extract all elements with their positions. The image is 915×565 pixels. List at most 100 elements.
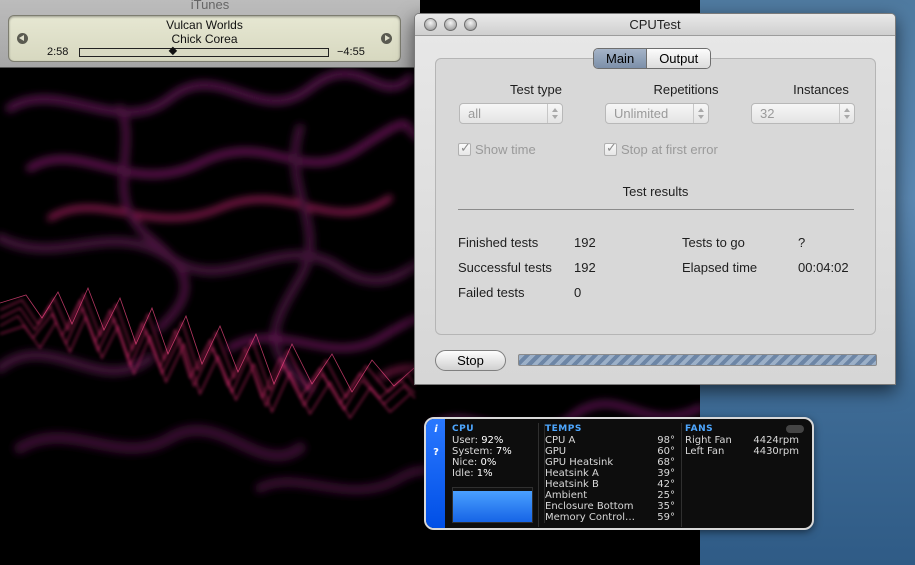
tab-output[interactable]: Output xyxy=(647,49,711,68)
tests-to-go-value: ? xyxy=(798,235,806,250)
cputest-window: CPUTest Main Output Test type Repetition… xyxy=(414,13,896,385)
test-type-select[interactable]: all xyxy=(459,103,563,124)
cpu-system-label: System: xyxy=(452,446,493,457)
temps-section-title: TEMPS xyxy=(545,424,582,434)
tab-bar: Main Output xyxy=(593,48,712,69)
failed-tests-label: Failed tests xyxy=(458,285,525,300)
temp-value: 68° xyxy=(657,457,675,468)
cpu-section: CPU User: 92% System: 7% Nice: 0% Idle: … xyxy=(452,424,540,479)
now-playing-display[interactable]: Vulcan Worlds Chick Corea 2:58 −4:55 xyxy=(8,15,401,62)
temps-list: CPU A 98° GPU 60° GPU Heatsink 68° Heatsink A 3… xyxy=(545,435,680,523)
temp-value: 98° xyxy=(657,435,675,446)
updown-arrows-icon xyxy=(547,104,562,123)
itunes-window: iTunes Vulcan Worlds Chick Corea 2:58 −4… xyxy=(0,0,420,68)
show-time-checkbox[interactable]: Show time xyxy=(458,140,536,157)
temp-name: GPU Heatsink xyxy=(545,457,614,468)
temp-row: GPU 60° xyxy=(545,446,675,457)
repetitions-select[interactable]: Unlimited xyxy=(605,103,709,124)
cpu-user-value: 92% xyxy=(481,435,504,446)
temp-name: Heatsink B xyxy=(545,479,599,490)
checkmark-icon[interactable] xyxy=(604,140,617,156)
istat-widget: i ? CPU User: 92% System: 7% Nice: 0% Id… xyxy=(424,417,814,530)
successful-tests-value: 192 xyxy=(574,260,596,275)
elapsed-time-value: 00:04:02 xyxy=(798,260,849,275)
cpu-nice-value: 0% xyxy=(480,457,497,468)
window-title: CPUTest xyxy=(629,17,681,32)
temp-value: 42° xyxy=(657,479,675,490)
fan-row: Right Fan 4424rpm xyxy=(685,435,799,446)
indeterminate-progress-bar xyxy=(518,354,877,366)
test-results-heading: Test results xyxy=(622,184,689,199)
track-title: Vulcan Worlds xyxy=(166,18,243,32)
tab-main[interactable]: Main xyxy=(594,49,648,68)
fan-speed: 4430rpm xyxy=(753,446,799,457)
test-type-label: Test type xyxy=(509,82,563,97)
temp-row: Heatsink B 42° xyxy=(545,479,675,490)
checkmark-icon[interactable] xyxy=(458,140,471,156)
temp-value: 39° xyxy=(657,468,675,479)
tests-to-go-label: Tests to go xyxy=(682,235,745,250)
playhead-thumb[interactable] xyxy=(168,46,177,56)
finished-tests-value: 192 xyxy=(574,235,596,250)
elapsed-time: 2:58 xyxy=(47,46,69,58)
stop-button[interactable]: Stop xyxy=(435,350,506,371)
cpu-user-row: User: 92% xyxy=(452,435,540,446)
temp-name: Enclosure Bottom xyxy=(545,501,634,512)
next-arrow-icon[interactable] xyxy=(381,33,392,44)
itunes-window-title: iTunes xyxy=(190,0,230,12)
temps-section: TEMPS CPU A 98° GPU 60° GPU Heatsink 68° Heats… xyxy=(544,424,680,523)
finished-tests-label: Finished tests xyxy=(458,235,539,250)
temp-value: 59° xyxy=(657,512,675,523)
updown-arrows-icon xyxy=(693,104,708,123)
instances-label: Instances xyxy=(793,82,849,97)
help-icon[interactable]: ? xyxy=(430,447,442,459)
fans-list: Right Fan 4424rpm Left Fan 4430rpm xyxy=(685,435,805,457)
elapsed-time-label: Elapsed time xyxy=(682,260,758,275)
cpu-nice-label: Nice: xyxy=(452,457,478,468)
fan-name: Right Fan xyxy=(685,435,732,446)
widget-toggle-icon[interactable] xyxy=(786,425,804,433)
results-divider xyxy=(458,209,854,210)
temp-name: GPU xyxy=(545,446,567,457)
test-type-value: all xyxy=(468,106,482,121)
fan-speed: 4424rpm xyxy=(753,435,799,446)
fan-row: Left Fan 4430rpm xyxy=(685,446,799,457)
fan-name: Left Fan xyxy=(685,446,725,457)
cpu-system-row: System: 7% xyxy=(452,446,540,457)
widget-sidebar: i ? xyxy=(426,419,445,528)
cpu-idle-value: 1% xyxy=(476,468,493,479)
temp-row: Ambient 25° xyxy=(545,490,675,501)
main-panel: Test type Repetitions Instances all Unli… xyxy=(435,58,876,335)
cpu-user-label: User: xyxy=(452,435,478,446)
repetitions-label: Repetitions xyxy=(653,82,719,97)
track-artist: Chick Corea xyxy=(171,32,238,46)
window-titlebar[interactable]: CPUTest xyxy=(415,14,895,36)
temp-name: Memory Control… xyxy=(545,512,635,523)
temp-row: CPU A 98° xyxy=(545,435,675,446)
cpu-idle-row: Idle: 1% xyxy=(452,468,540,479)
instances-select[interactable]: 32 xyxy=(751,103,855,124)
cpu-section-title: CPU xyxy=(452,424,475,434)
playback-progress-bar[interactable] xyxy=(79,46,329,57)
temp-row: Memory Control… 59° xyxy=(545,512,675,523)
temp-name: Ambient xyxy=(545,490,588,501)
instances-value: 32 xyxy=(760,106,775,121)
cpu-nice-row: Nice: 0% xyxy=(452,457,540,468)
cpu-load-graph xyxy=(452,487,533,523)
cpu-idle-label: Idle: xyxy=(452,468,474,479)
temp-name: Heatsink A xyxy=(545,468,599,479)
stop-at-first-error-label: Stop at first error xyxy=(621,142,718,157)
temp-value: 25° xyxy=(657,490,675,501)
temp-row: Heatsink A 39° xyxy=(545,468,675,479)
temp-row: Enclosure Bottom 35° xyxy=(545,501,675,512)
info-icon[interactable]: i xyxy=(430,424,442,436)
temp-name: CPU A xyxy=(545,435,576,446)
section-divider xyxy=(681,423,682,527)
cpu-load-fill xyxy=(453,490,532,522)
remaining-time[interactable]: −4:55 xyxy=(337,46,365,58)
show-time-label: Show time xyxy=(475,142,536,157)
stop-at-first-error-checkbox[interactable]: Stop at first error xyxy=(604,140,718,157)
repetitions-value: Unlimited xyxy=(614,106,669,121)
cpu-system-value: 7% xyxy=(495,446,512,457)
temp-row: GPU Heatsink 68° xyxy=(545,457,675,468)
